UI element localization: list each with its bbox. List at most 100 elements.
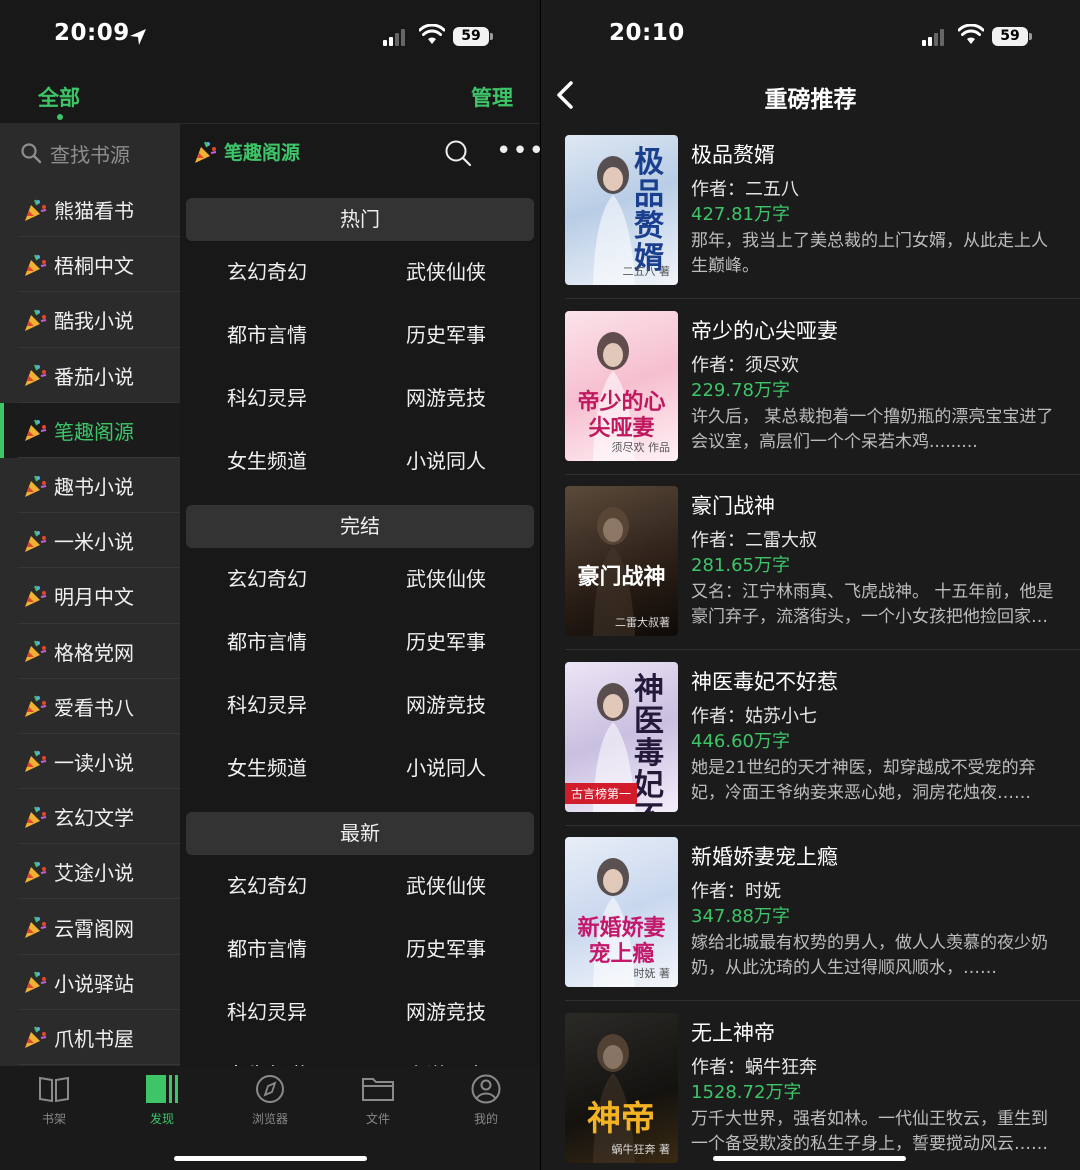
more-options-icon[interactable]: ••• [496, 136, 540, 166]
sidebar-source-item[interactable]: 明月中文 [0, 568, 180, 624]
book-title: 豪门战神 [691, 494, 775, 518]
sidebar-source-item[interactable]: 梧桐中文 [0, 237, 180, 293]
category-link[interactable]: 小说同人 [360, 430, 540, 493]
book-title: 无上神帝 [691, 1020, 775, 1045]
book-list-item[interactable]: 帝少的心尖哑妻 须尽欢 作品 帝少的心尖哑妻 作者：须尽欢 229.78万字 许久后， 某… [541, 300, 1080, 475]
sidebar-source-item[interactable]: 爱看书八 [0, 679, 180, 735]
status-time: 20:09 [54, 20, 130, 46]
book-cover-image[interactable]: 帝少的心尖哑妻 须尽欢 作品 [565, 310, 678, 461]
book-list-item[interactable]: 神医毒妃不好惹古言榜第一神医毒妃不好惹作者：姑苏小七446.60万字她是21世纪… [541, 651, 1080, 826]
book-list-item[interactable]: 神帝 蜗牛狂奔 著无上神帝 作者：蜗牛狂奔 1528.72万字 万千大世界，强者如林。一… [541, 1002, 1080, 1170]
tab-label: 我的 [473, 1112, 498, 1126]
sidebar-source-label: 明月中文 [54, 585, 134, 610]
category-link[interactable]: 科幻灵异 [180, 367, 360, 430]
tab-folder[interactable]: 文件 [324, 1066, 432, 1170]
category-link[interactable]: 历史军事 [360, 611, 540, 674]
party-popper-icon [25, 530, 47, 552]
tab-bookshelf[interactable]: 书架 [0, 1066, 108, 1170]
book-list-item[interactable]: 极品赘婿 二五八 著极品赘婿 作者：二五八 427.81万字 那年，我当上了美总裁的上门… [541, 124, 1080, 299]
book-cover-image[interactable]: 豪门战神二雷大叔著 [565, 486, 678, 636]
discover-screen: 20:09 59 全部 管理 查找书源 熊猫看书 梧桐中文 酷我小说 番茄小说 笔趣阁源… [0, 0, 540, 1170]
section-header: 最新 [186, 812, 534, 855]
sidebar-source-item[interactable]: 爪机书屋 [0, 1010, 180, 1066]
status-bar: 20:10 59 [541, 0, 1080, 72]
pane-title: 笔趣阁源 [192, 138, 300, 165]
sidebar-source-label: 一米小说 [54, 530, 134, 555]
sidebar-source-item[interactable]: 格格党网 [0, 624, 180, 679]
source-search[interactable]: 查找书源 [0, 124, 180, 182]
category-link[interactable]: 女生频道 [180, 737, 360, 800]
category-link[interactable]: 都市言情 [180, 918, 360, 981]
tab-discover[interactable]: 发现 [108, 1066, 216, 1170]
party-popper-icon [25, 751, 47, 773]
home-indicator [174, 1156, 367, 1161]
sidebar-source-item[interactable]: 一读小说 [0, 734, 180, 790]
search-icon [21, 143, 42, 164]
sidebar-source-label: 笔趣阁源 [54, 419, 134, 444]
book-author: 作者：蜗牛狂奔 [691, 1056, 817, 1078]
book-author: 作者：时妩 [691, 881, 781, 902]
manage-button[interactable]: 管理 [471, 82, 513, 112]
party-popper-icon [25, 419, 47, 442]
sidebar-source-item[interactable]: 艾途小说 [0, 844, 180, 900]
category-link[interactable]: 网游竞技 [360, 674, 540, 737]
battery-indicator: 59 [992, 27, 1032, 46]
book-author: 作者：二雷大叔 [691, 530, 817, 551]
sidebar-source-item[interactable]: 云霄阁网 [0, 899, 180, 955]
cover-subtitle: 古言榜第一 [565, 782, 638, 804]
category-grid: 玄幻奇幻武侠仙侠都市言情历史军事科幻灵异网游竞技女生频道小说同人 [180, 241, 540, 493]
sidebar-source-item[interactable]: 笔趣阁源 [0, 402, 180, 459]
category-link[interactable]: 小说同人 [360, 737, 540, 800]
category-link[interactable]: 玄幻奇幻 [180, 855, 360, 918]
tab-profile[interactable]: 我的 [432, 1066, 540, 1170]
search-icon[interactable] [444, 139, 472, 167]
book-word-count: 281.65万字 [691, 555, 790, 576]
category-link[interactable]: 玄幻奇幻 [180, 548, 360, 611]
category-link[interactable]: 科幻灵异 [180, 674, 360, 737]
book-description: 万千大世界，强者如林。一代仙王牧云，重生到一个备受欺凌的私生子身上，誓要搅动风云… [691, 1108, 1048, 1154]
book-list-item[interactable]: 豪门战神 二雷大叔著 豪门战神 作者：二雷大叔 281.65万字 又名：江宁林雨真、飞虎战… [541, 475, 1080, 650]
source-sidebar: 查找书源 熊猫看书梧桐中文 酷我小说 番茄小说笔趣阁源趣书小说一米小说明月中文格格党… [0, 124, 180, 1066]
sidebar-source-item[interactable]: 一米小说 [0, 513, 180, 569]
party-popper-icon [25, 806, 47, 828]
book-list-item[interactable]: 新婚娇妻宠上瘾 时妩 著新婚娇妻宠上瘾 作者：时妩 347.88万字 嫁给北城最有权势的… [541, 826, 1080, 1001]
cover-subtitle: 时妩 著 [633, 967, 671, 980]
category-link[interactable]: 武侠仙侠 [360, 241, 540, 304]
book-cover-image[interactable]: 极品赘婿 二五八 著 [565, 135, 678, 285]
book-title: 帝少的心尖哑妻 [691, 318, 838, 343]
cellular-signal-icon [383, 29, 405, 46]
discover-icon [108, 1074, 216, 1104]
category-link[interactable]: 历史军事 [360, 918, 540, 981]
category-link[interactable]: 历史军事 [360, 304, 540, 367]
book-cover-image[interactable]: 神帝 蜗牛狂奔 著 [565, 1012, 678, 1163]
category-link[interactable]: 网游竞技 [360, 367, 540, 430]
category-link[interactable]: 网游竞技 [360, 981, 540, 1044]
cover-subtitle: 二雷大叔著 [615, 616, 670, 629]
category-link[interactable]: 都市言情 [180, 304, 360, 367]
sidebar-source-item[interactable]: 小说驿站 [0, 955, 180, 1011]
category-link[interactable]: 武侠仙侠 [360, 548, 540, 611]
tab-compass[interactable]: 浏览器 [216, 1066, 324, 1170]
sidebar-source-label: 格格党网 [54, 640, 134, 665]
sidebar-source-item[interactable]: 熊猫看书 [0, 182, 180, 238]
category-link[interactable]: 科幻灵异 [180, 981, 360, 1044]
page-title: 重磅推荐 [764, 87, 857, 113]
book-cover-image[interactable]: 神医毒妃不好惹古言榜第一 [565, 661, 678, 812]
sidebar-source-item[interactable]: 玄幻文学 [0, 789, 180, 845]
tab-all[interactable]: 全部 [38, 82, 80, 112]
party-popper-icon [25, 199, 47, 221]
sidebar-source-item[interactable]: 趣书小说 [0, 458, 180, 514]
cover-title-art: 豪门战神 [577, 564, 666, 590]
category-link[interactable]: 武侠仙侠 [360, 855, 540, 918]
party-popper-icon [25, 971, 47, 994]
category-link[interactable]: 女生频道 [180, 430, 360, 493]
sidebar-source-label: 熊猫看书 [54, 199, 134, 224]
category-link[interactable]: 都市言情 [180, 611, 360, 674]
book-description: 她是21世纪的天才神医，却穿越成不受宠的弃妃，冷面王爷纳妾来恶心她，洞房花烛夜…… [691, 757, 1036, 803]
status-time: 20:10 [609, 20, 685, 46]
book-cover-image[interactable]: 新婚娇妻宠上瘾 时妩 著 [565, 837, 678, 987]
category-link[interactable]: 玄幻奇幻 [180, 241, 360, 304]
book-description: 许久后， 某总裁抱着一个撸奶瓶的漂亮宝宝进了会议室，高层们一个个呆若木鸡....… [691, 406, 1054, 452]
sidebar-source-item[interactable]: 酷我小说 [0, 292, 180, 348]
sidebar-source-item[interactable]: 番茄小说 [0, 348, 180, 403]
